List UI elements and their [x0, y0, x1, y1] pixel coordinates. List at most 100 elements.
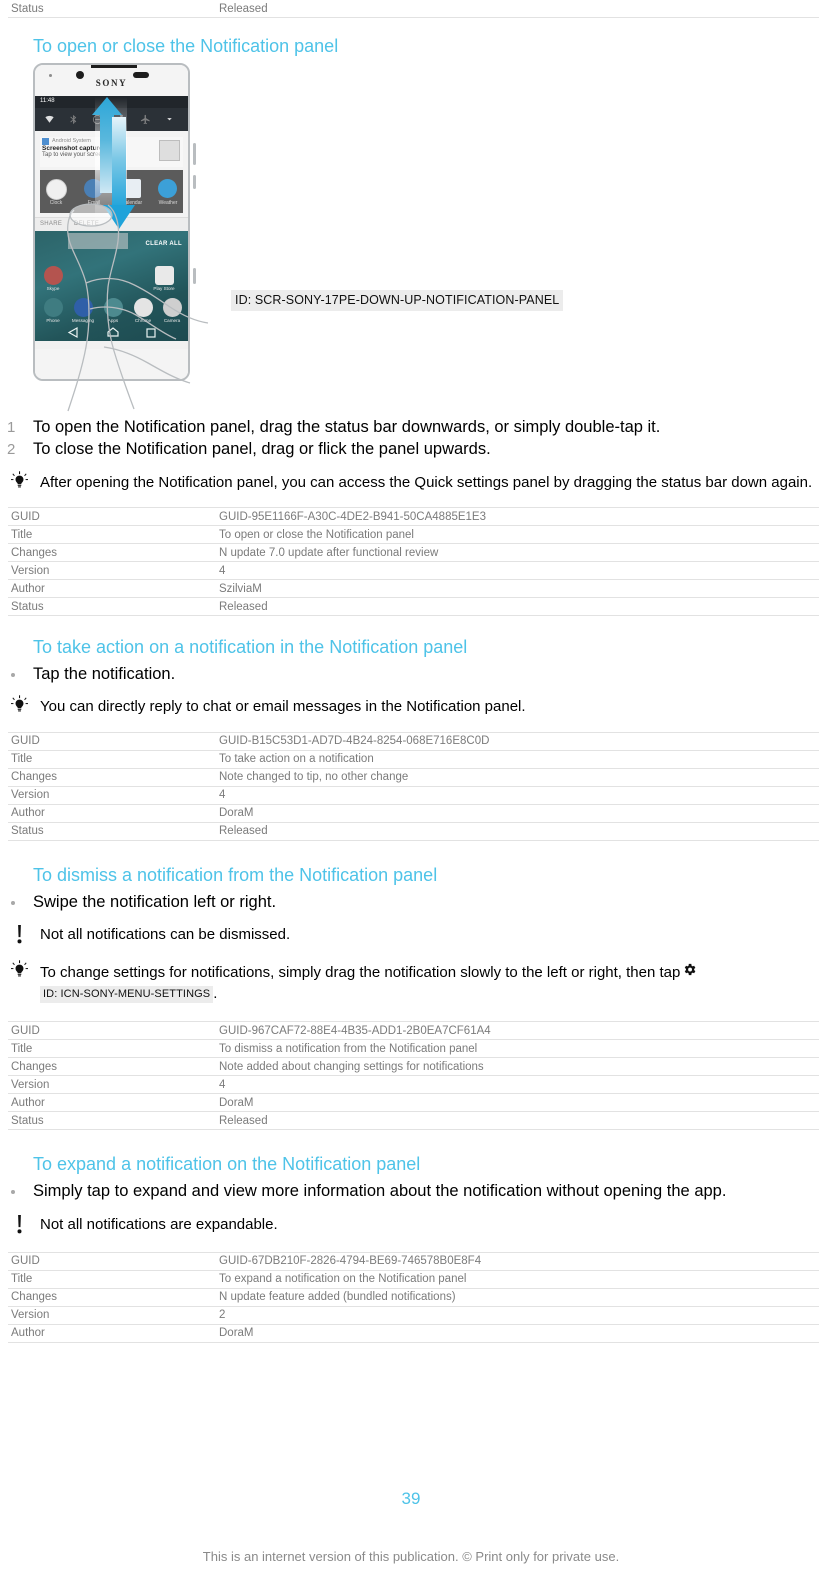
bullet-dot-icon	[11, 673, 15, 677]
tip-text-before: To change settings for notifications, si…	[40, 963, 681, 981]
recents-nav-icon	[146, 328, 156, 338]
table-cell-value: Released	[219, 2, 268, 15]
tip-text: After opening the Notification panel, yo…	[40, 474, 813, 491]
footer-copyright-note: This is an internet version of this publ…	[202, 1549, 620, 1564]
email-app-icon	[84, 179, 103, 198]
camera-app-icon	[163, 298, 182, 317]
step-text: To close the Notification panel, drag or…	[33, 439, 491, 458]
table-row: Author DoraM	[8, 1324, 819, 1342]
gear-icon-id-label: ID: ICN-SONY-MENU-SETTINGS	[40, 985, 214, 1003]
share-action-label[interactable]: SHARE	[40, 221, 62, 227]
phone-screen: 11:48 Android System Screenshot captured…	[35, 96, 188, 349]
table-cell-value: Released	[219, 600, 268, 613]
table-cell-key: Title	[11, 528, 33, 541]
tip-text: You can directly reply to chat or email …	[40, 697, 526, 715]
table-cell-value: DoraM	[219, 1327, 254, 1339]
skype-app-icon	[44, 266, 63, 285]
table-cell-key: Version	[11, 1078, 50, 1091]
messaging-app-icon	[74, 298, 93, 317]
home-app-label: Apps	[107, 318, 119, 323]
metadata-table-dismiss: GUID GUID-967CAF72-88E4-4B35-ADD1-2B0EA7C…	[8, 1021, 819, 1130]
table-cell-key: Version	[11, 564, 50, 577]
table-cell-key: Status	[11, 2, 44, 15]
table-row: GUID GUID-67DB210F-2826-4794-BE69-746578B…	[8, 1252, 819, 1270]
notification-thumbnail	[159, 140, 180, 161]
list-item: Tap the notification.	[0, 664, 822, 686]
apps-drawer-icon	[104, 298, 123, 317]
table-cell-key: Author	[11, 1096, 45, 1109]
warning-text: Not all notifications are expandable.	[40, 1215, 278, 1233]
continued-metadata-table: Status Released	[8, 0, 819, 18]
bullet-text: Simply tap to expand and view more infor…	[33, 1182, 727, 1200]
quick-settings-row	[35, 108, 188, 131]
tip-note-quick-settings: After opening the Notification panel, yo…	[0, 471, 822, 493]
table-row: GUID GUID-B15C53D1-AD7D-4B24-8254-068E716…	[8, 732, 819, 750]
list-item: 1 To open the Notification panel, drag t…	[0, 417, 822, 439]
metadata-table-expand: GUID GUID-67DB210F-2826-4794-BE69-746578B…	[8, 1252, 819, 1343]
quick-app-label: Calendar	[121, 200, 143, 206]
table-row: Author DoraM	[8, 1094, 819, 1112]
notification-actions-row: SHARE DELETE	[35, 217, 188, 231]
home-nav-icon	[107, 327, 119, 337]
bullet-list-expand: Simply tap to expand and view more infor…	[0, 1181, 822, 1203]
table-cell-value: Note changed to tip, no other change	[219, 771, 409, 783]
status-bar-clock: 11:48	[40, 98, 55, 104]
back-nav-icon	[67, 326, 78, 339]
table-cell-value: 4	[219, 1078, 226, 1091]
table-row: Status Released	[8, 598, 819, 616]
table-cell-key: GUID	[11, 1255, 40, 1267]
table-row: Version 4	[8, 1076, 819, 1094]
warning-text: Not all notifications can be dismissed.	[40, 926, 291, 943]
table-cell-key: Changes	[11, 771, 58, 783]
table-cell-key: Author	[11, 1327, 45, 1339]
table-cell-value: SzilviaM	[219, 582, 262, 595]
table-cell-value: N update feature added (bundled notifica…	[219, 1291, 456, 1303]
status-bar: 11:48	[35, 96, 188, 108]
section-heading-expand: To expand a notification on the Notifica…	[33, 1154, 421, 1174]
clear-all-label[interactable]: CLEAR ALL	[146, 241, 182, 247]
delete-action-label[interactable]: DELETE	[74, 221, 99, 227]
bluetooth-icon	[70, 114, 77, 125]
table-cell-value: To open or close the Notification panel	[219, 528, 414, 541]
home-app-label: Play Store	[153, 286, 175, 291]
table-cell-key: Author	[11, 807, 45, 819]
exclamation-icon	[6, 925, 32, 944]
table-cell-value: Released	[219, 1114, 268, 1127]
volume-button	[193, 175, 196, 189]
document-page: Status Released To open or close the Not…	[0, 0, 822, 1590]
navigation-bar	[67, 326, 156, 339]
table-cell-value: GUID-67DB210F-2826-4794-BE69-746578B0E8F…	[219, 1255, 482, 1267]
list-item: Swipe the notification left or right.	[0, 892, 822, 914]
airplane-mode-icon	[140, 114, 150, 125]
table-cell-key: GUID	[11, 510, 40, 523]
gear-icon	[682, 962, 697, 983]
table-row: Author DoraM	[8, 804, 819, 822]
app-icon	[42, 138, 49, 145]
quick-app-label: Clock	[49, 200, 63, 206]
table-row: Changes Note changed to tip, no other cha…	[8, 768, 819, 786]
list-item: 2 To close the Notification panel, drag …	[0, 439, 822, 461]
step-number: 1	[7, 419, 16, 436]
do-not-disturb-icon	[92, 114, 103, 125]
table-cell-value: Released	[219, 825, 268, 837]
table-cell-value: 4	[219, 789, 226, 801]
table-cell-key: Title	[11, 1042, 33, 1055]
phone-illustration: SONY 11:48 Android System Screenshot cap…	[33, 63, 196, 383]
table-cell-key: Changes	[11, 1060, 58, 1073]
play-store-app-icon	[155, 266, 174, 285]
bullet-dot-icon	[11, 1190, 15, 1194]
section-heading-open-close: To open or close the Notification panel	[33, 36, 339, 56]
table-cell-key: Changes	[11, 546, 58, 559]
phone-brand-label: SONY	[95, 78, 128, 88]
table-row: Changes N update feature added (bundled n…	[8, 1288, 819, 1306]
earpiece-notch	[91, 65, 137, 68]
screenshot-preview-strip: Clock Email Calendar Weather	[40, 170, 183, 213]
tip-note-change-settings: To change settings for notifications, si…	[0, 960, 822, 1004]
chevron-down-icon	[167, 118, 172, 121]
table-cell-value: To take action on a notification	[219, 753, 374, 765]
table-cell-value: GUID-B15C53D1-AD7D-4B24-8254-068E716E8C0…	[219, 735, 490, 747]
wifi-icon	[45, 115, 54, 123]
home-app-label: Chrome	[134, 318, 152, 323]
table-row: Changes Note added about changing setting…	[8, 1058, 819, 1076]
home-app-label: Phone	[46, 318, 60, 323]
